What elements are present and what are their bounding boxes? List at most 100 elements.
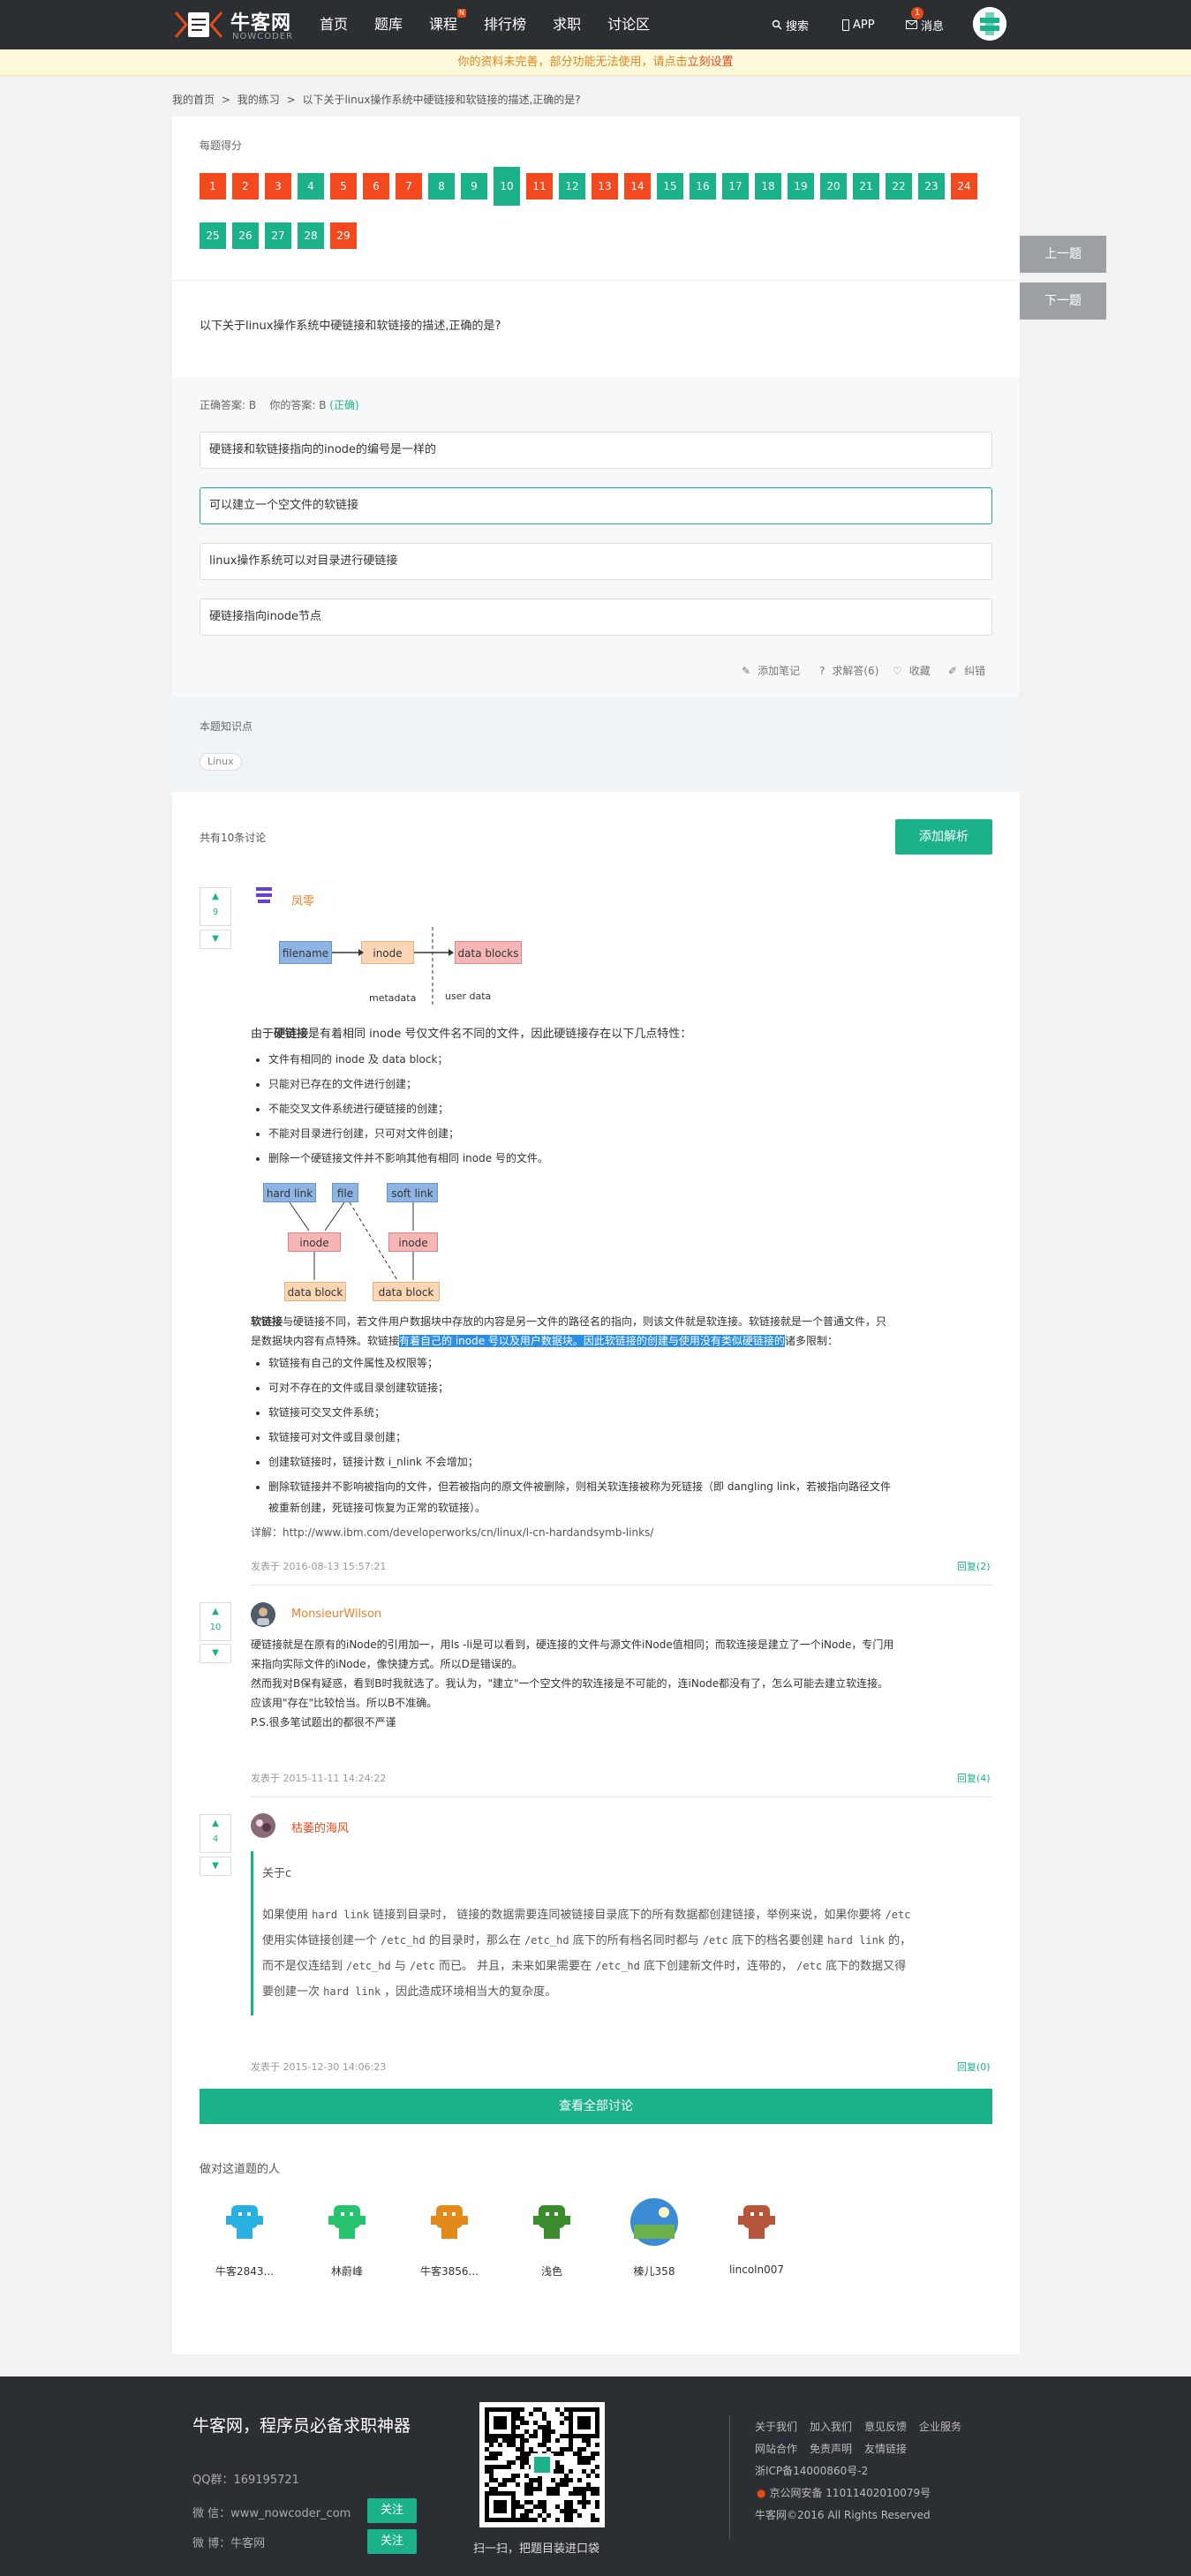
score-cell[interactable]: 19 — [788, 173, 814, 200]
downvote-button[interactable]: ▼ — [200, 1644, 231, 1663]
score-cell[interactable]: 27 — [265, 222, 291, 249]
score-cell[interactable]: 22 — [886, 173, 912, 200]
score-cell[interactable]: 10 — [494, 167, 520, 206]
prev-question-button[interactable]: 上一题 — [1020, 236, 1106, 273]
score-cell[interactable]: 15 — [657, 173, 683, 200]
comment-author[interactable]: MonsieurWilson — [291, 1608, 381, 1621]
comment-line: P.S.很多笔试题出的都很不严谨 — [251, 1716, 396, 1729]
view-all-discussion-button[interactable]: 查看全部讨论 — [200, 2089, 992, 2124]
downvote-button[interactable]: ▼ — [200, 1857, 231, 1876]
score-cell[interactable]: 2 — [232, 173, 259, 200]
reply-button[interactable]: 回复(4) — [957, 1771, 991, 1785]
nav-ranking[interactable]: 排行榜 — [484, 0, 526, 49]
upvote-button[interactable]: ▲ 4 — [200, 1814, 231, 1853]
score-cell[interactable]: 24 — [951, 173, 977, 200]
score-cell[interactable]: 25 — [200, 222, 226, 249]
comment-line: 应该用"存在"比较恰当。所以B不准确。 — [251, 1697, 438, 1709]
detail-link[interactable]: 详解：http://www.ibm.com/developerworks/cn/… — [251, 1520, 891, 1545]
breadcrumb-sep: > — [221, 94, 230, 106]
score-cell[interactable]: 21 — [853, 173, 879, 200]
footer-link-friends[interactable]: 友情链接 — [864, 2443, 907, 2455]
softlink-paragraph: 软链接与硬链接不同，若文件用户数据块中存放的内容是另一文件的路径名的指向，则该文… — [251, 1312, 992, 1351]
nav-courses[interactable]: 课程 N — [429, 0, 467, 49]
follow-wechat-button[interactable]: 关注 — [367, 2498, 417, 2523]
score-cell[interactable]: 1 — [200, 173, 226, 200]
footer-link-disclaimer[interactable]: 免责声明 — [810, 2443, 852, 2455]
footer-link-join[interactable]: 加入我们 — [810, 2421, 852, 2433]
correct-user[interactable]: 牛客3856... — [411, 2198, 487, 2278]
reply-button[interactable]: 回复(2) — [957, 1559, 991, 1573]
score-cell[interactable]: 28 — [298, 222, 324, 249]
message-link[interactable]: 消息 — [906, 0, 944, 49]
ask-answer-button[interactable]: ? 求解答(6) — [812, 663, 878, 678]
comment-author[interactable]: 凤零 — [291, 892, 314, 908]
score-cell[interactable]: 12 — [559, 173, 585, 200]
notice-settings-link[interactable]: 立刻设置 — [688, 56, 734, 69]
report-error-button[interactable]: ✐ 纠错 — [941, 663, 985, 678]
site-logo[interactable]: 牛客网 NOWCODER — [172, 5, 305, 44]
score-cell[interactable]: 11 — [526, 173, 553, 200]
option-d[interactable]: 硬链接指向inode节点 — [200, 599, 992, 636]
option-a[interactable]: 硬链接和软链接指向的inode的编号是一样的 — [200, 432, 992, 469]
upvote-button[interactable]: ▲ 9 — [200, 887, 231, 926]
app-link[interactable]: APP — [842, 0, 875, 49]
photo-avatar — [630, 2198, 678, 2246]
upvote-button[interactable]: ▲ 10 — [200, 1602, 231, 1641]
add-note-button[interactable]: ✎ 添加笔记 — [735, 663, 800, 678]
footer-link-feedback[interactable]: 意见反馈 — [864, 2421, 907, 2433]
footer-link-about[interactable]: 关于我们 — [755, 2421, 797, 2433]
score-cell[interactable]: 4 — [298, 173, 324, 200]
search-link[interactable]: 搜索 — [772, 0, 809, 49]
correct-user[interactable]: 浅色 — [514, 2198, 590, 2278]
score-cell[interactable]: 13 — [592, 173, 618, 200]
next-question-button[interactable]: 下一题 — [1020, 282, 1106, 320]
score-cell[interactable]: 29 — [330, 222, 357, 249]
score-cell[interactable]: 6 — [363, 173, 389, 200]
score-cell[interactable]: 14 — [624, 173, 651, 200]
favorite-button[interactable]: ♡ 收藏 — [886, 663, 931, 678]
nav-home[interactable]: 首页 — [320, 0, 348, 49]
score-cell[interactable]: 3 — [265, 173, 291, 200]
arrow-down-icon: ▼ — [212, 934, 219, 944]
option-b[interactable]: 可以建立一个空文件的软链接 — [200, 487, 992, 524]
correct-user[interactable]: 牛客2843... — [207, 2198, 283, 2278]
footer-link-enterprise[interactable]: 企业服务 — [919, 2421, 961, 2433]
score-cell[interactable]: 9 — [461, 173, 487, 200]
nav-forum[interactable]: 讨论区 — [607, 0, 650, 49]
score-cell[interactable]: 16 — [690, 173, 716, 200]
breadcrumb-practice[interactable]: 我的练习 — [237, 94, 280, 106]
answer-result: 正确答案: B 你的答案: B (正确) — [200, 397, 359, 412]
score-cell[interactable]: 17 — [722, 173, 749, 200]
add-explanation-button[interactable]: 添加解析 — [895, 819, 992, 855]
footer-link-cooperation[interactable]: 网站合作 — [755, 2443, 797, 2455]
score-cell[interactable]: 18 — [755, 173, 781, 200]
diagram-userdata-label: user data — [445, 990, 492, 1002]
phone-icon — [842, 19, 849, 31]
knowledge-area: 本题知识点 — [172, 697, 1020, 792]
list-item: 只能对已存在的文件进行创建； — [268, 1072, 691, 1096]
knowledge-tag[interactable]: Linux — [200, 753, 242, 771]
correct-user[interactable]: 榛儿358 — [616, 2198, 692, 2278]
nav-jobs[interactable]: 求职 — [553, 0, 581, 49]
user-avatar[interactable] — [973, 7, 1006, 41]
option-c[interactable]: linux操作系统可以对目录进行硬链接 — [200, 543, 992, 580]
new-badge: N — [457, 9, 467, 18]
top-navbar: 牛客网 NOWCODER 首页 题库 课程 N 排行榜 求职 讨论区 搜索 APP… — [0, 0, 1191, 49]
nav-question-bank[interactable]: 题库 — [374, 0, 403, 49]
score-cell[interactable]: 20 — [820, 173, 847, 200]
code-text: hard link — [323, 1985, 381, 1998]
score-cell[interactable]: 5 — [330, 173, 357, 200]
reply-button[interactable]: 回复(0) — [957, 2060, 991, 2074]
breadcrumb-home[interactable]: 我的首页 — [172, 94, 215, 106]
score-cell[interactable]: 23 — [918, 173, 945, 200]
follow-weibo-button[interactable]: 关注 — [367, 2529, 417, 2554]
score-cell[interactable]: 7 — [396, 173, 422, 200]
downvote-button[interactable]: ▼ — [200, 930, 231, 949]
correct-user[interactable]: 林蔚峰 — [309, 2198, 385, 2278]
qr-code-icon — [485, 2407, 599, 2522]
comment-author[interactable]: 枯萎的海风 — [291, 1819, 349, 1835]
score-cell[interactable]: 26 — [232, 222, 259, 249]
score-cell[interactable]: 8 — [428, 173, 455, 200]
softlink-text: 是数据块内容有点特殊。软链接 — [251, 1335, 400, 1347]
correct-user[interactable]: lincoln007 — [719, 2198, 795, 2276]
